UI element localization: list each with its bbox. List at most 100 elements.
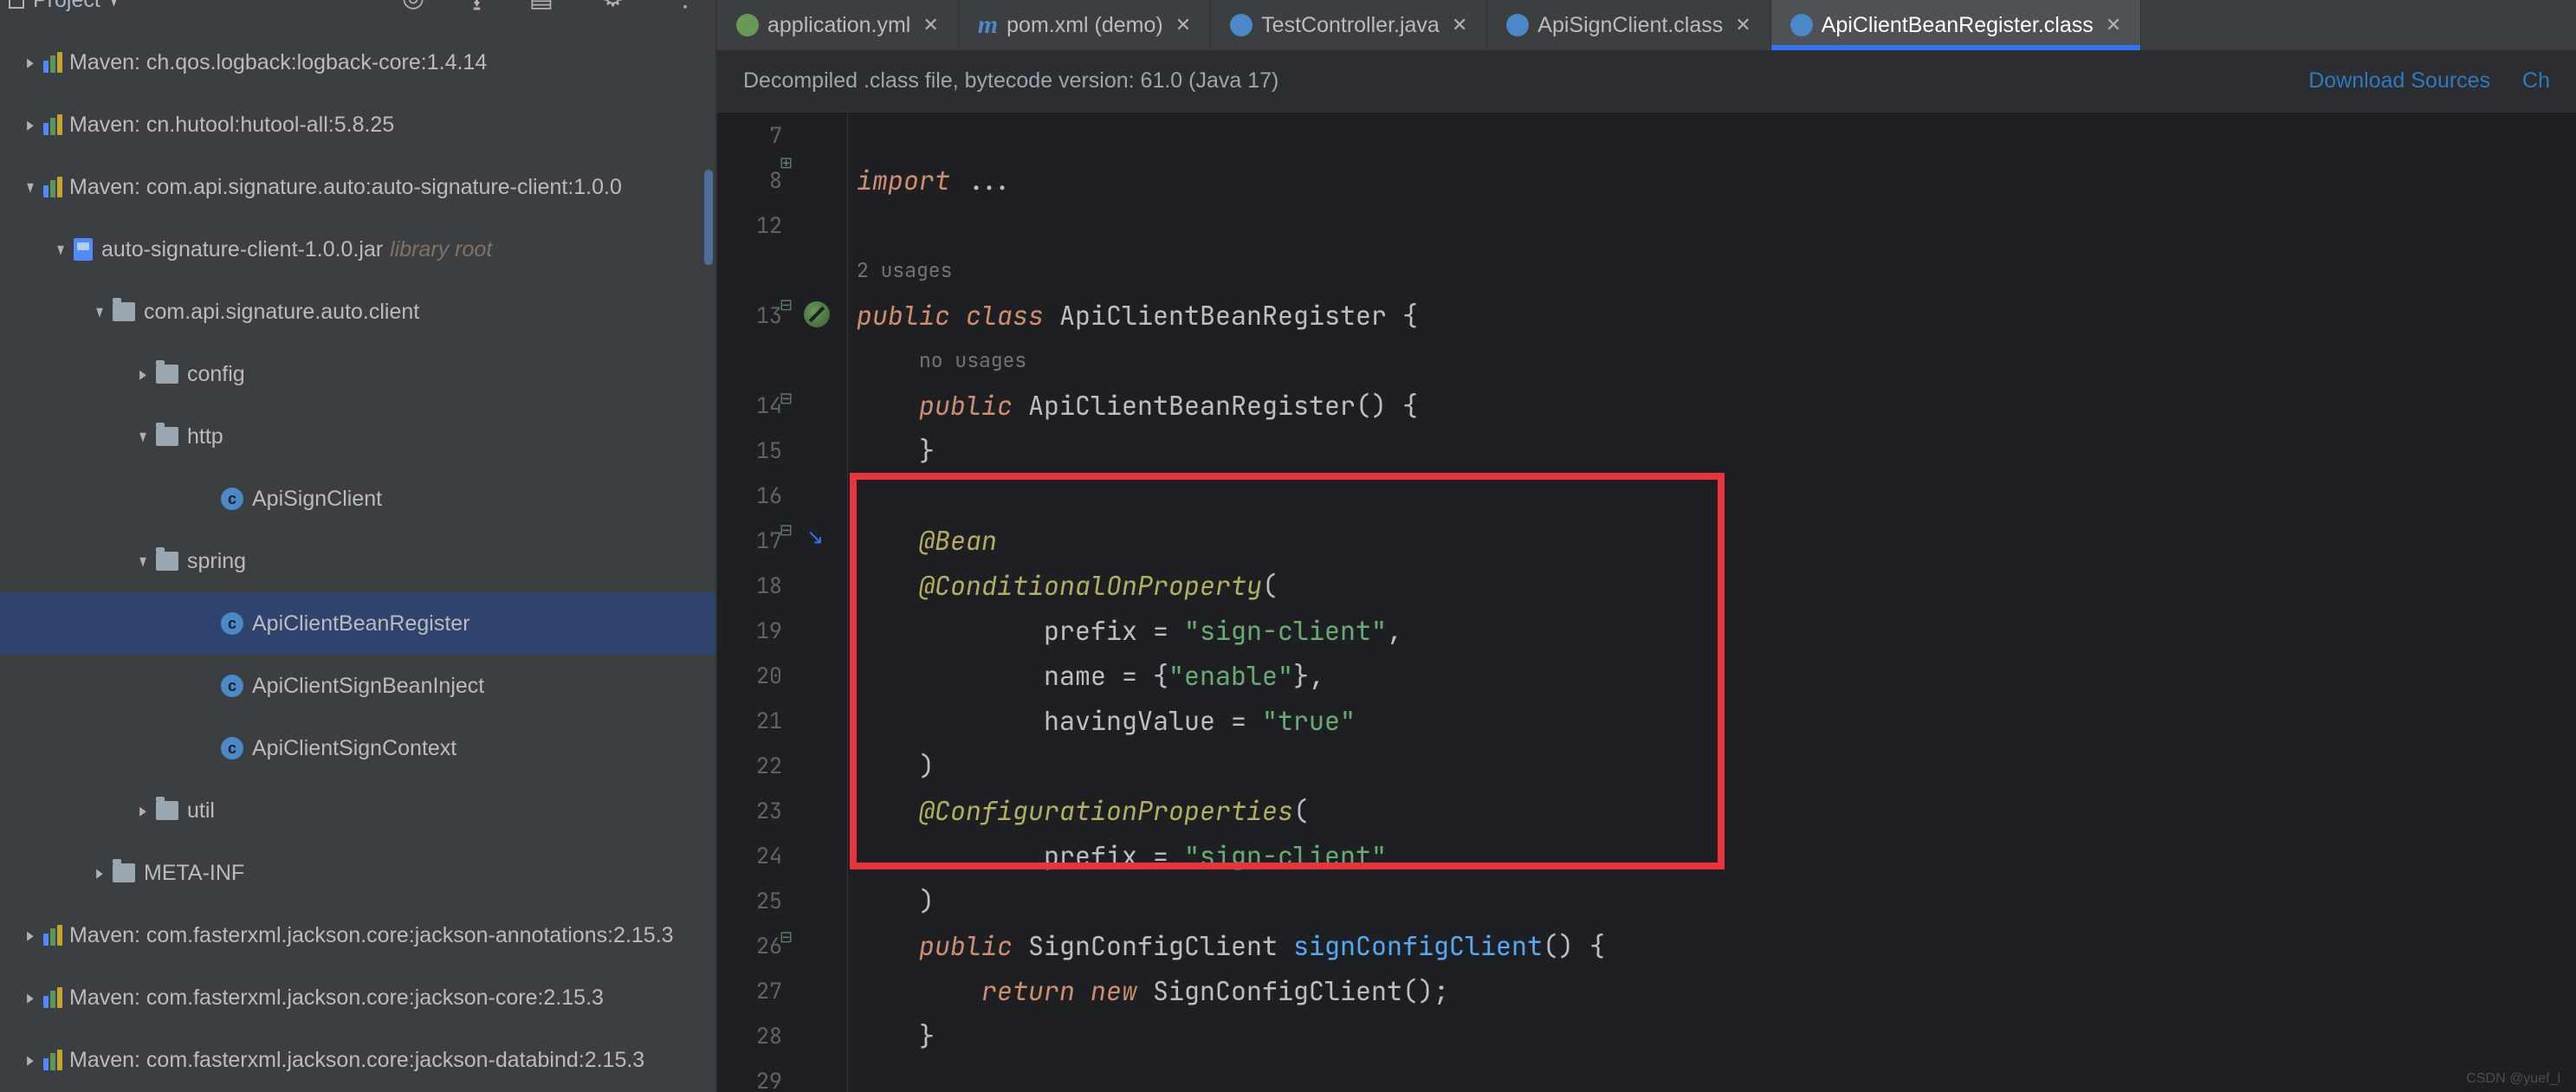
tree-scrollbar-thumb[interactable] xyxy=(704,170,713,265)
chevron-right-icon[interactable]: ▸ xyxy=(134,363,152,385)
editor-tab[interactable]: application.yml ✕ xyxy=(717,0,959,50)
tree-item[interactable]: ▸Maven: com.fasterxml.jackson.core:jacks… xyxy=(0,1029,715,1091)
banner-links: Download Sources Ch xyxy=(2282,68,2550,94)
brace-l: { xyxy=(1153,658,1168,693)
close-icon[interactable]: ✕ xyxy=(1735,14,1751,36)
close-icon[interactable]: ✕ xyxy=(922,14,938,36)
no-usages-hint[interactable]: no usages xyxy=(857,338,2576,383)
brace-close: } xyxy=(919,1018,935,1053)
download-icon[interactable]: ⭳ xyxy=(472,0,482,27)
tree-item[interactable]: ▾auto-signature-client-1.0.0.jarlibrary … xyxy=(0,218,715,281)
tab-label: pom.xml (demo) xyxy=(1006,13,1163,38)
chevron-right-icon[interactable]: ▸ xyxy=(22,113,40,136)
editor-tab[interactable]: ApiClientBeanRegister.class ✕ xyxy=(1771,0,2142,50)
tree-item-label: Maven: ch.qos.logback:logback-core:1.4.1… xyxy=(69,50,487,75)
fold-plus-icon[interactable]: ⊞ xyxy=(780,154,793,172)
watermark: CSDN @yuef_l xyxy=(2466,1071,2560,1087)
fold-minus-icon[interactable]: ⊟ xyxy=(780,928,793,947)
tree-item[interactable]: ▾ com.api.signature.auto.client xyxy=(0,281,715,343)
cop-prefix-val: "sign-client" xyxy=(1184,613,1387,648)
tab-label: ApiClientBeanRegister.class xyxy=(1822,13,2094,38)
chevron-down-icon: ▾ xyxy=(110,0,117,12)
brace: { xyxy=(1387,298,1418,333)
paren-close: ) xyxy=(919,748,935,783)
tree-item[interactable]: cApiSignClient xyxy=(0,468,715,530)
chevron-right-icon[interactable]: ▸ xyxy=(134,799,152,822)
line-number: 19 xyxy=(717,608,782,653)
chevron-down-icon[interactable]: ▾ xyxy=(91,300,109,323)
class-file-icon xyxy=(1790,14,1813,36)
chevron-right-icon[interactable]: ▸ xyxy=(22,1049,40,1071)
tree-item[interactable]: ▾spring xyxy=(0,530,715,592)
tree-item[interactable]: ▾Maven: com.api.signature.auto:auto-sign… xyxy=(0,156,715,218)
line-number: 18 xyxy=(717,563,782,608)
ctor-name: ApiClientBeanRegister xyxy=(1028,388,1356,423)
tree-item[interactable]: cApiClientSignBeanInject xyxy=(0,655,715,717)
code-content[interactable]: import ... 2 usagespublic class ApiClien… xyxy=(848,113,2576,1092)
editor-tab[interactable]: TestController.java✕ xyxy=(1211,0,1487,50)
close-icon[interactable]: ✕ xyxy=(1452,14,1467,36)
fold-minus-icon[interactable]: ⊟ xyxy=(780,296,793,314)
chevron-right-icon[interactable]: ▸ xyxy=(22,924,40,947)
chevron-right-icon[interactable]: ▸ xyxy=(91,862,109,884)
folder-icon xyxy=(156,427,178,446)
tree-item-label: META-INF xyxy=(144,861,244,886)
comma: , xyxy=(1387,613,1402,648)
tree-item[interactable]: cApiClientBeanRegister xyxy=(0,592,715,655)
kw-import: import xyxy=(857,163,950,197)
tree-item-label: com.api.signature.auto.client xyxy=(144,300,419,325)
tree-item[interactable]: ▸Maven: com.fasterxml.jackson.core:jacks… xyxy=(0,966,715,1029)
tree-item[interactable]: ▾http xyxy=(0,405,715,468)
chevron-right-icon[interactable]: ▸ xyxy=(22,51,40,74)
chevron-right-icon[interactable]: ▸ xyxy=(22,986,40,1009)
tree-item-label: ApiClientSignBeanInject xyxy=(252,674,484,699)
choose-sources-link[interactable]: Ch xyxy=(2522,68,2550,93)
editor-tab[interactable]: mpom.xml (demo)✕ xyxy=(959,0,1211,50)
fold-minus-icon[interactable]: ⊟ xyxy=(780,521,793,540)
tree-item-label: ApiClientBeanRegister xyxy=(252,611,470,636)
line-number xyxy=(717,338,782,383)
chevron-down-icon[interactable]: ▾ xyxy=(22,176,40,198)
tree-item[interactable]: ▸Maven: cn.hutool:hutool-all:5.8.25 xyxy=(0,94,715,156)
more-icon[interactable]: ⋮ xyxy=(672,0,698,27)
method-sig: () { xyxy=(1543,928,1605,963)
kw-class: class xyxy=(966,298,1044,333)
chevron-down-icon[interactable]: ▾ xyxy=(52,238,70,261)
line-number xyxy=(717,248,782,293)
gutter-suppress-icon[interactable] xyxy=(804,301,830,327)
chevron-down-icon[interactable]: ▾ xyxy=(134,425,152,448)
target-icon[interactable]: ◎ xyxy=(402,0,424,27)
download-sources-link[interactable]: Download Sources xyxy=(2308,68,2490,93)
jar-icon xyxy=(74,238,93,261)
project-tree[interactable]: ▸ Maven: ch.qos.logback:logback-core:1.4.… xyxy=(0,31,715,1092)
line-number: 20 xyxy=(717,653,782,698)
editor-tabbar: application.yml✕mpom.xml (demo)✕TestCont… xyxy=(717,0,2576,50)
tree-item-label: auto-signature-client-1.0.0.jar xyxy=(101,237,383,262)
line-number: 22 xyxy=(717,743,782,788)
tree-item[interactable]: ▸util xyxy=(0,779,715,842)
gutter-impl-icon[interactable] xyxy=(804,528,830,554)
tree-item[interactable]: ▸ Maven: ch.qos.logback:logback-core:1.4.… xyxy=(0,31,715,94)
tree-item[interactable]: cApiClientSignContext xyxy=(0,717,715,779)
show-icon[interactable]: ▤ xyxy=(529,0,553,27)
close-icon[interactable]: ✕ xyxy=(2106,14,2121,36)
maven-icon xyxy=(43,1050,62,1070)
settings-icon[interactable]: ⚙ xyxy=(601,0,625,27)
folder-icon xyxy=(156,552,178,571)
line-number: 28 xyxy=(717,1013,782,1058)
line-number: 15 xyxy=(717,428,782,473)
editor-tab[interactable]: ApiSignClient.class✕ xyxy=(1487,0,1770,50)
tree-item[interactable]: ▸config xyxy=(0,343,715,405)
tree-item[interactable]: ▸Maven: com.fasterxml.jackson.core:jacks… xyxy=(0,904,715,966)
chevron-down-icon[interactable]: ▾ xyxy=(134,550,152,572)
kw-public: public xyxy=(857,298,950,333)
ann-conditional: @ConditionalOnProperty xyxy=(919,568,1262,603)
app-root: Project ▾ ◎ ⭳ ▤ ⚙ ⋮ ▸ Maven: ch.qos.logba… xyxy=(0,0,2576,1092)
fold-minus-icon[interactable]: ⊟ xyxy=(780,390,793,408)
close-icon[interactable]: ✕ xyxy=(1175,14,1191,36)
tree-item[interactable]: ▸ META-INF xyxy=(0,842,715,904)
usages-hint[interactable]: 2 usages xyxy=(857,248,2576,293)
class-icon: c xyxy=(221,737,243,759)
tab-label: application.yml xyxy=(767,13,910,38)
project-label[interactable]: Project ▾ xyxy=(9,0,119,13)
